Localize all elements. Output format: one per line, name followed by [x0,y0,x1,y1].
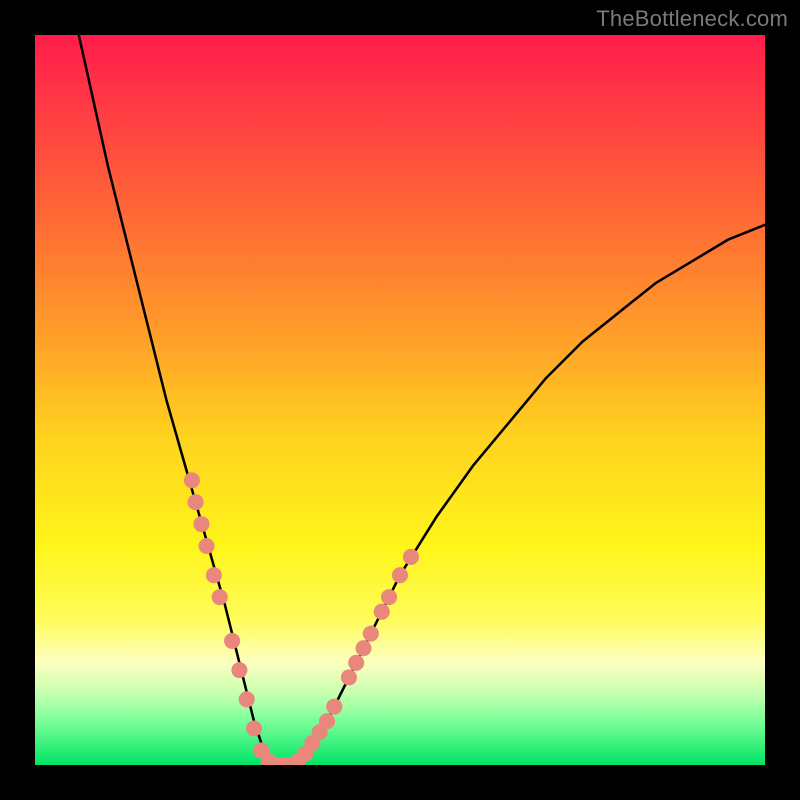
bottleneck-curve [79,35,765,765]
curve-marker [193,516,209,532]
plot-area [35,35,765,765]
curve-marker [246,720,262,736]
curve-marker [341,669,357,685]
curve-marker [326,699,342,715]
curve-marker [374,604,390,620]
curve-marker [348,655,364,671]
watermark-label: TheBottleneck.com [596,6,788,32]
curve-marker [212,589,228,605]
curve-marker [184,472,200,488]
curve-marker [392,567,408,583]
curve-marker [206,567,222,583]
chart-frame: TheBottleneck.com [0,0,800,800]
curve-marker [355,640,371,656]
marker-group [184,472,419,765]
curve-layer [35,35,765,765]
curve-marker [319,713,335,729]
curve-marker [239,691,255,707]
curve-marker [403,549,419,565]
curve-marker [224,633,240,649]
curve-marker [188,494,204,510]
curve-marker [363,626,379,642]
curve-marker [199,538,215,554]
curve-marker [231,662,247,678]
curve-marker [381,589,397,605]
